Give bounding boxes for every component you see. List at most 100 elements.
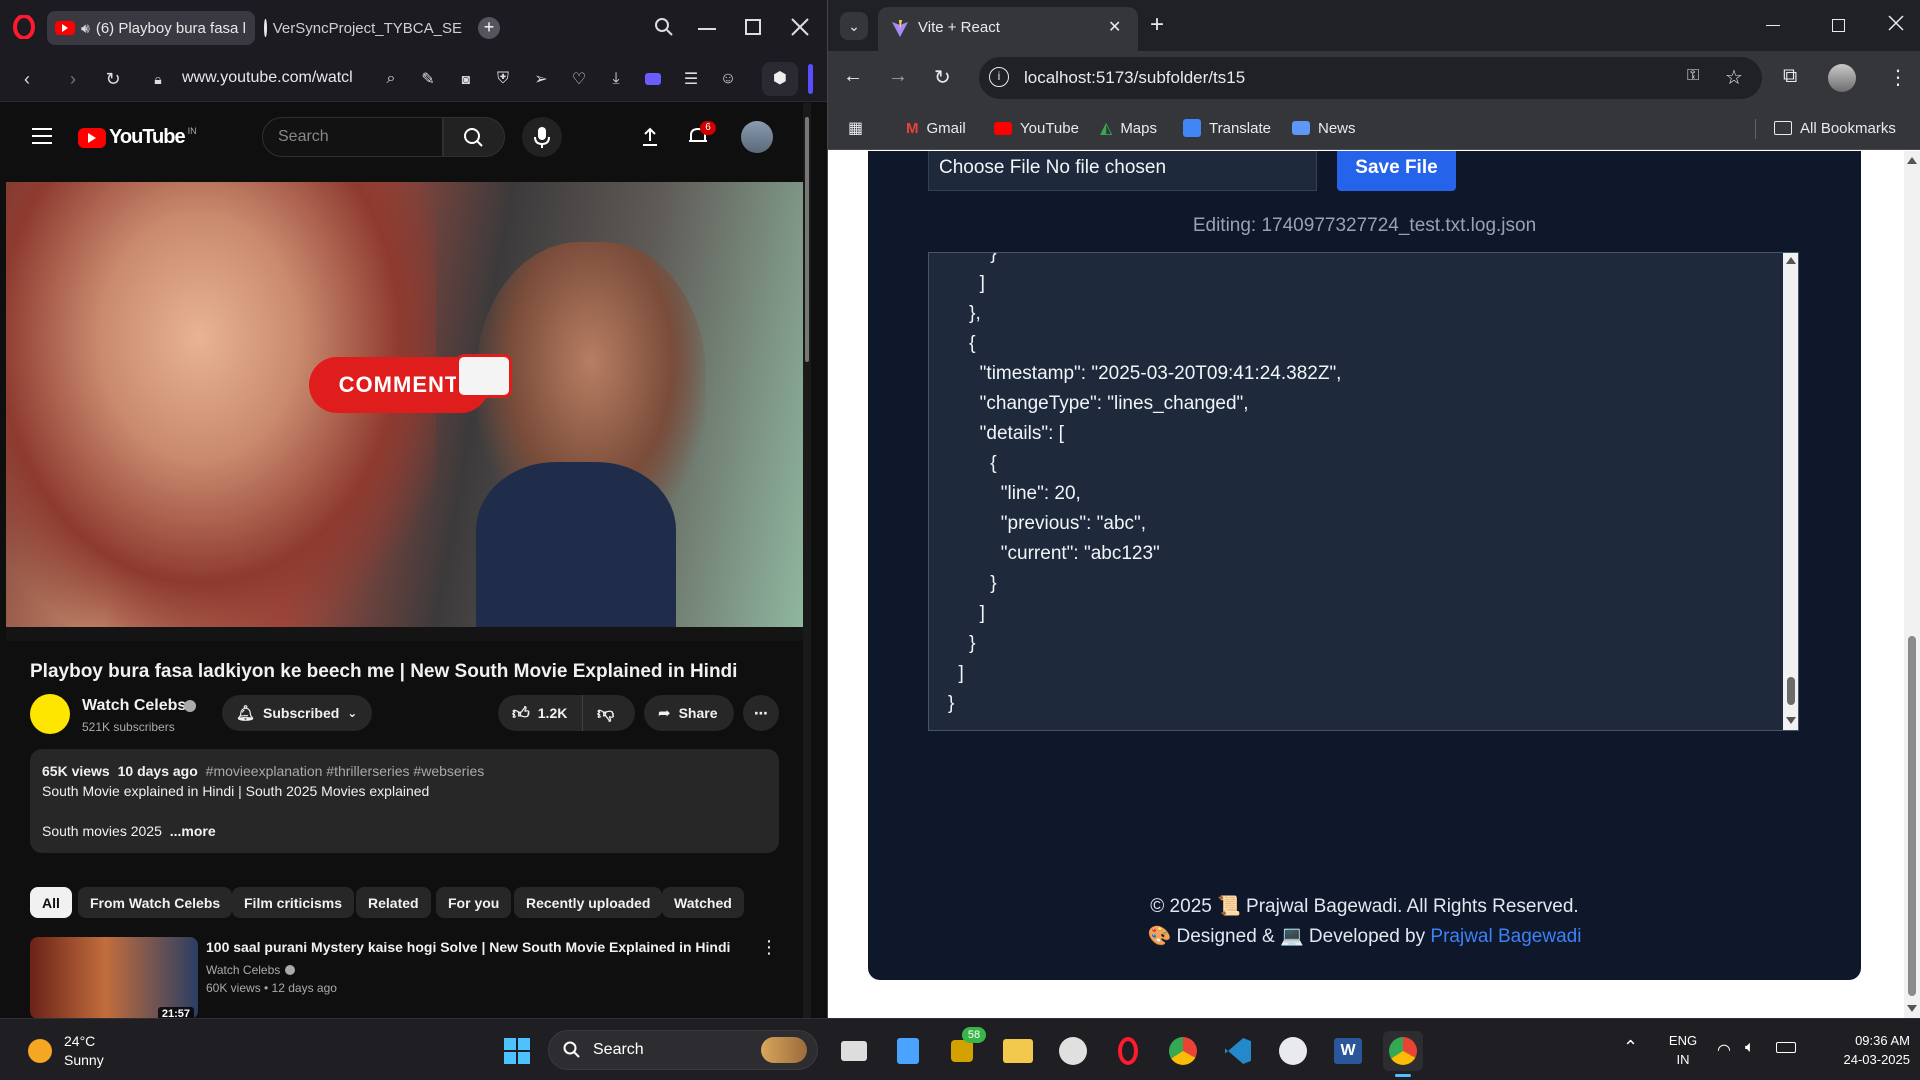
chip-related[interactable]: Related — [356, 887, 431, 918]
more-link[interactable]: ...more — [170, 823, 216, 839]
search-tabs-icon[interactable] — [654, 17, 674, 37]
scroll-up-arrow-icon[interactable] — [1907, 157, 1917, 164]
scrollbar-thumb[interactable] — [1908, 636, 1916, 996]
upload-icon[interactable] — [641, 127, 659, 147]
heart-icon[interactable]: ♡ — [566, 66, 592, 92]
clock-app-icon[interactable] — [1053, 1031, 1093, 1071]
chrome-app-icon[interactable] — [1163, 1031, 1203, 1071]
scrollbar-thumb[interactable] — [1787, 677, 1795, 705]
apps-grid-icon[interactable]: ▦ — [848, 117, 863, 139]
tab-close-icon[interactable]: ✕ — [1108, 17, 1121, 37]
subscribed-button[interactable]: 🔔︎ Subscribed ⌄ — [222, 695, 372, 731]
language-indicator[interactable]: ENG IN — [1668, 1031, 1698, 1069]
more-vertical-icon[interactable]: ⋮ — [760, 937, 778, 958]
recommended-channel[interactable]: Watch Celebs — [206, 963, 280, 977]
weather-widget[interactable]: 24°C Sunny — [26, 1031, 146, 1071]
minimize-button[interactable] — [1766, 25, 1780, 26]
profile-avatar[interactable] — [1828, 64, 1856, 92]
close-button[interactable] — [790, 17, 810, 37]
microphone-icon[interactable] — [522, 117, 562, 157]
file-explorer-icon[interactable] — [998, 1031, 1038, 1071]
shield-icon[interactable]: ⛨ — [490, 66, 516, 92]
file-input[interactable]: Choose File No file chosen — [928, 151, 1317, 191]
back-icon[interactable]: ‹ — [14, 66, 40, 92]
bookmark-star-icon[interactable]: ☆ — [1725, 65, 1743, 90]
back-icon[interactable]: ← — [843, 65, 863, 88]
page-scrollbar[interactable] — [1904, 151, 1920, 1018]
menu-lines-icon[interactable]: ☰ — [678, 66, 704, 92]
chip-recently-uploaded[interactable]: Recently uploaded — [514, 887, 663, 918]
search-input[interactable]: Search — [262, 117, 443, 157]
scrollbar-thumb[interactable] — [805, 117, 809, 362]
chat-app-icon[interactable]: 58 — [942, 1027, 986, 1071]
profile-icon[interactable]: ☺ — [715, 66, 741, 92]
recommended-thumbnail[interactable]: 21:57 — [30, 937, 198, 1018]
download-icon[interactable]: ⤓ — [603, 66, 629, 92]
password-key-icon[interactable]: ⚿ — [1687, 67, 1699, 85]
avatar[interactable] — [741, 121, 773, 153]
tab-github[interactable]: VerSyncProject_TYBCA_SE — [262, 11, 462, 45]
dislike-button[interactable]: 👎︎ — [583, 695, 635, 731]
minimize-button[interactable] — [698, 28, 716, 30]
new-tab-button[interactable]: + — [478, 17, 500, 39]
site-info-icon[interactable]: i — [989, 67, 1009, 87]
volume-icon[interactable]: 🔈︎ — [1745, 1039, 1755, 1057]
url-text[interactable]: localhost:5173/subfolder/ts15 — [1024, 68, 1245, 88]
new-tab-button[interactable]: + — [1150, 11, 1164, 39]
recommended-title[interactable]: 100 saal purani Mystery kaise hogi Solve… — [206, 939, 746, 955]
tab-youtube[interactable]: 🔊︎ (6) Playboy bura fasa l — [47, 11, 255, 45]
bookmark-gmail[interactable]: M Gmail — [906, 117, 966, 139]
channel-name[interactable]: Watch Celebs — [82, 697, 186, 715]
app-store-icon[interactable] — [1273, 1031, 1313, 1071]
address-bar[interactable]: www.youtube.com/watcl — [182, 69, 353, 87]
bookmark-translate[interactable]: Translate — [1183, 117, 1271, 139]
more-actions-button[interactable]: ⋯ — [743, 695, 779, 731]
forward-icon[interactable]: → — [888, 65, 908, 88]
taskbar-search[interactable]: Search — [548, 1030, 818, 1070]
chrome-active-app-icon[interactable] — [1383, 1031, 1423, 1071]
close-button[interactable] — [1888, 15, 1904, 31]
task-view-icon[interactable] — [834, 1031, 874, 1071]
scroll-down-arrow-icon[interactable] — [1907, 1005, 1917, 1012]
start-button[interactable] — [497, 1031, 537, 1071]
reload-icon[interactable]: ↻ — [100, 66, 126, 92]
video-player[interactable]: COMMENT — [6, 182, 803, 627]
reload-icon[interactable]: ↻ — [934, 65, 951, 90]
forward-icon[interactable]: › — [60, 66, 86, 92]
like-button[interactable]: 👍︎ 1.2K — [498, 695, 583, 731]
scroll-up-arrow-icon[interactable] — [1786, 257, 1796, 264]
opera-app-icon[interactable] — [1108, 1031, 1148, 1071]
bookmark-youtube[interactable]: YouTube — [994, 117, 1079, 139]
editor-scrollbar[interactable] — [1783, 253, 1798, 730]
camera-icon[interactable]: ◙ — [453, 66, 479, 92]
box-icon[interactable]: ⬢ — [762, 62, 798, 96]
description-box[interactable]: 65K views 10 days ago #movieexplanation … — [30, 749, 779, 853]
menu-icon[interactable] — [32, 128, 52, 144]
send-icon[interactable]: ➢ — [528, 66, 554, 92]
save-file-button[interactable]: Save File — [1337, 151, 1456, 191]
clock[interactable]: 09:36 AM 24-03-2025 — [1810, 1031, 1911, 1069]
edit-icon[interactable]: ✎ — [415, 66, 441, 92]
vscode-app-icon[interactable] — [1218, 1031, 1258, 1071]
omnibox[interactable]: i localhost:5173/subfolder/ts15 ⚿ ☆ — [979, 57, 1762, 99]
tab-vite-react[interactable]: Vite + React ✕ — [878, 7, 1138, 51]
speaker-icon[interactable]: 🔊︎ — [81, 20, 90, 37]
recommended-video[interactable]: 21:57 100 saal purani Mystery kaise hogi… — [30, 935, 790, 1018]
extensions-icon[interactable]: ⧉ — [1783, 65, 1797, 88]
json-editor[interactable]: } ] }, { "timestamp": "2025-03-20T09:41:… — [928, 252, 1799, 731]
opera-logo-icon[interactable] — [12, 15, 36, 39]
tab-search-button[interactable]: ⌄ — [840, 12, 868, 40]
chip-film-criticisms[interactable]: Film criticisms — [232, 887, 355, 918]
editor-content[interactable]: } ] }, { "timestamp": "2025-03-20T09:41:… — [948, 253, 1341, 719]
scroll-down-arrow-icon[interactable] — [1786, 717, 1796, 724]
developer-link[interactable]: Prajwal Bagewadi — [1430, 926, 1581, 947]
extension-icon[interactable] — [640, 66, 666, 92]
chip-all[interactable]: All — [30, 887, 72, 918]
word-app-icon[interactable]: W — [1328, 1031, 1368, 1071]
chip-for-you[interactable]: For you — [436, 887, 512, 918]
chevron-up-icon[interactable]: ⌃ — [1623, 1037, 1638, 1058]
wifi-icon[interactable]: ◠ — [1717, 1040, 1731, 1060]
video-progress-bar[interactable] — [6, 627, 803, 641]
lens-search-icon[interactable]: ⌕ — [378, 66, 404, 92]
maximize-button[interactable] — [745, 19, 761, 35]
